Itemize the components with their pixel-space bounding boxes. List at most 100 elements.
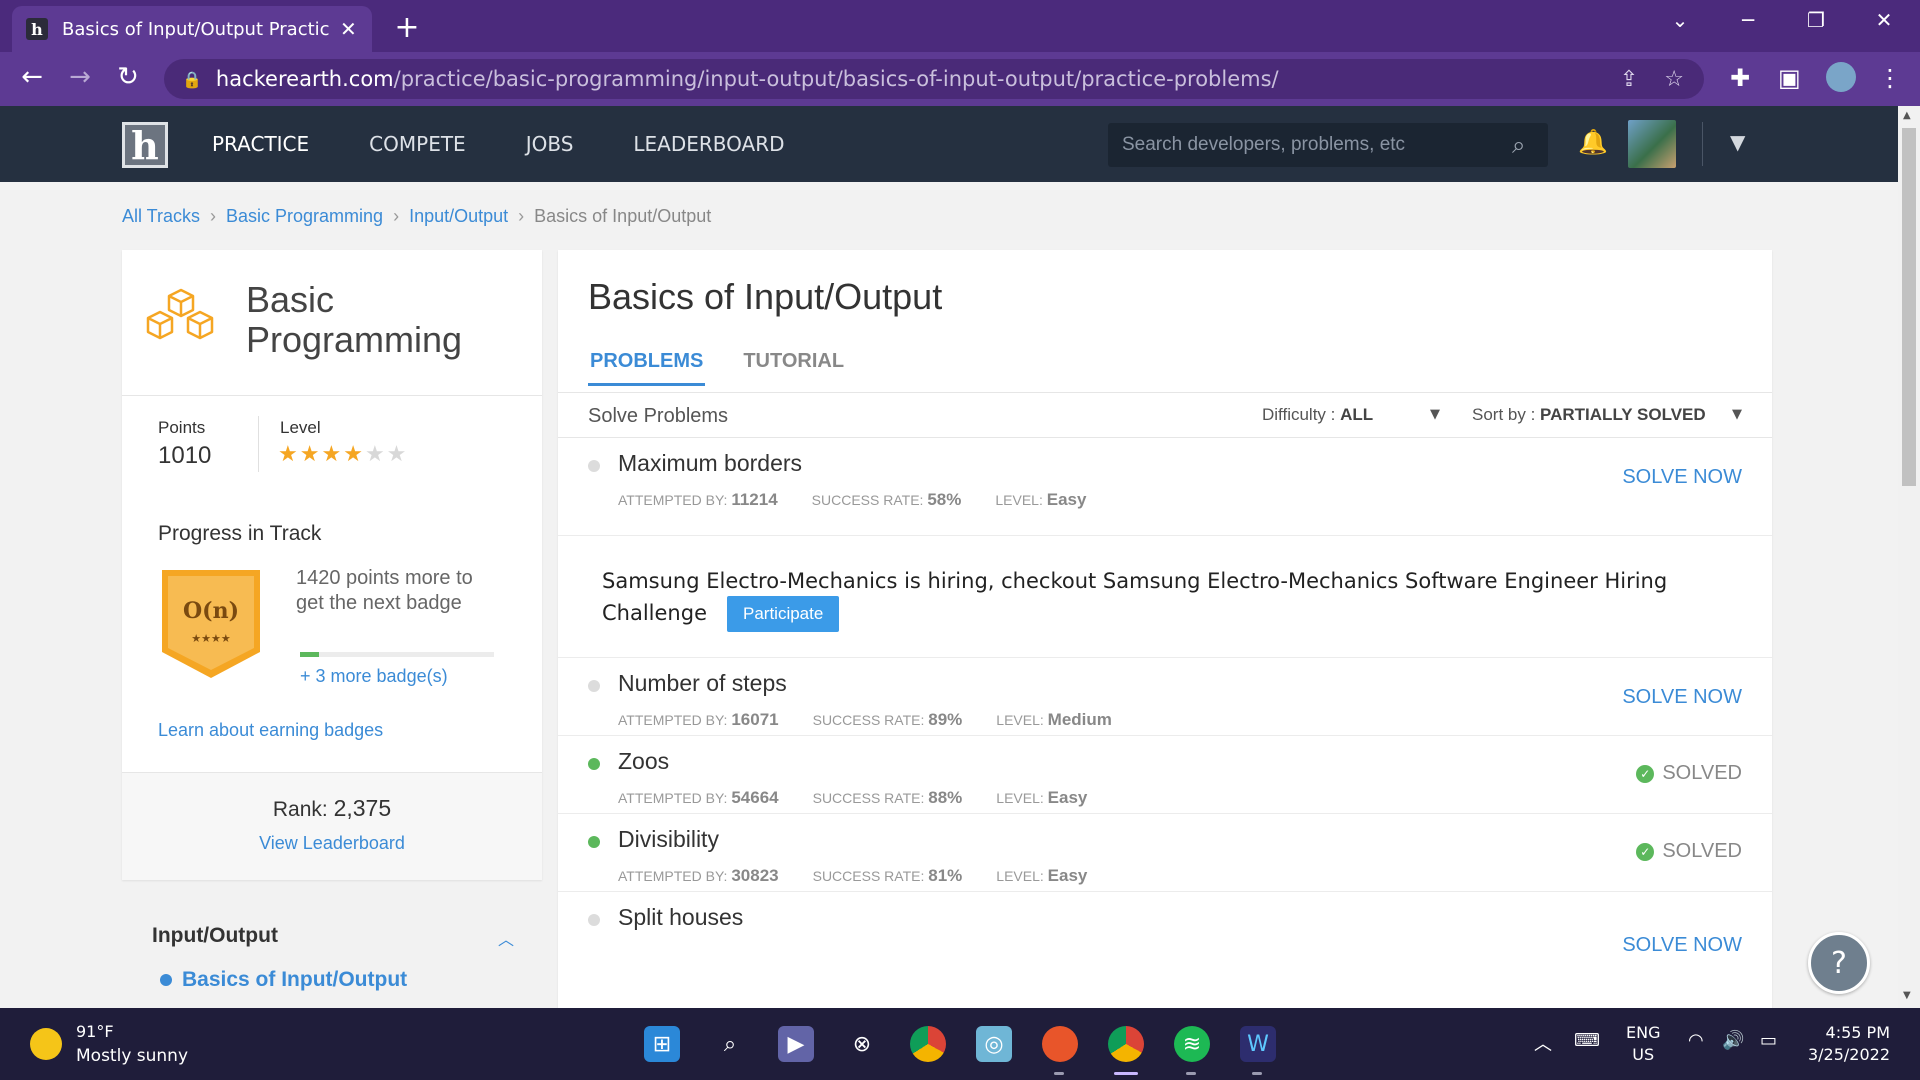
language-indicator[interactable]: ENG US [1626, 1022, 1660, 1066]
minimize-icon[interactable]: ─ [1728, 8, 1768, 32]
meta-success-value: 88% [928, 788, 963, 807]
language-code: ENG [1626, 1023, 1661, 1042]
weather-sun-icon[interactable] [30, 1028, 62, 1060]
more-badges-link[interactable]: + 3 more badge(s) [300, 666, 448, 687]
user-avatar[interactable] [1628, 120, 1676, 168]
webex-icon[interactable]: W [1240, 1026, 1276, 1062]
app-icon[interactable]: ◎ [976, 1026, 1012, 1062]
search-input[interactable] [1122, 134, 1512, 156]
problem-row[interactable]: Split houses SOLVE NOW [558, 892, 1772, 1010]
learn-badges-link[interactable]: Learn about earning badges [158, 720, 383, 741]
rank-label: Rank: [272, 798, 328, 821]
restore-icon[interactable]: ❐ [1796, 8, 1836, 32]
extensions-icon[interactable]: ✚ [1730, 64, 1750, 92]
xbox-icon[interactable]: ⊗ [844, 1026, 880, 1062]
meta-attempted: ATTEMPTED BY: 30823 [618, 866, 779, 886]
solve-now-button[interactable]: SOLVE NOW [1622, 934, 1742, 957]
scroll-down-icon[interactable]: ▼ [1903, 990, 1911, 1001]
battery-icon[interactable]: ▭ [1760, 1030, 1777, 1051]
meta-level-value: Easy [1046, 490, 1087, 509]
problem-row[interactable]: Zoos ATTEMPTED BY: 54664 SUCCESS RATE: 88%… [558, 736, 1772, 814]
track-card: Basic Programming Points 1010 Level ★★★★… [122, 250, 542, 880]
breadcrumb-basic-programming[interactable]: Basic Programming [226, 206, 383, 227]
weather-description[interactable]: Mostly sunny [76, 1046, 188, 1066]
tab-problems[interactable]: PROBLEMS [588, 350, 706, 386]
show-hidden-icons-icon[interactable]: ︿ [1534, 1030, 1552, 1056]
difficulty-caret-icon[interactable]: ▼ [1430, 407, 1440, 422]
complexity-badge-icon: O(n) ★★★★ [162, 570, 260, 678]
chrome-icon[interactable] [910, 1026, 946, 1062]
browser-menu-icon[interactable]: ⋮ [1878, 64, 1902, 92]
url-input[interactable]: 🔒 hackerearth.com/practice/basic-program… [164, 59, 1704, 99]
chevron-up-icon[interactable]: ︿ [498, 926, 514, 950]
windows-start-icon[interactable]: ⊞ [644, 1026, 680, 1062]
tab-tutorial[interactable]: TUTORIAL [741, 350, 846, 386]
breadcrumb-all-tracks[interactable]: All Tracks [122, 206, 200, 227]
back-icon[interactable]: ← [14, 62, 50, 92]
scroll-up-icon[interactable]: ▲ [1903, 110, 1911, 121]
problem-name[interactable]: Zoos [618, 748, 669, 775]
search-box: ⌕ [1108, 123, 1548, 167]
badge-stars: ★★★★ [191, 632, 231, 645]
hackerearth-logo[interactable]: h [122, 122, 168, 168]
weather-temperature[interactable]: 91°F [76, 1022, 114, 1041]
share-icon[interactable]: ⇪ [1620, 67, 1638, 92]
tab-search-icon[interactable]: ⌄ [1660, 8, 1700, 32]
nav-leaderboard[interactable]: LEADERBOARD [633, 132, 784, 156]
subtopic-title[interactable]: Input/Output [152, 924, 278, 948]
problem-name[interactable]: Split houses [618, 904, 743, 931]
difficulty-filter[interactable]: Difficulty : ALL [1262, 405, 1373, 425]
sort-caret-icon[interactable]: ▼ [1732, 407, 1742, 422]
chrome-profile-icon[interactable] [1108, 1026, 1144, 1062]
firefox-icon[interactable] [1042, 1026, 1078, 1062]
meta-level: LEVEL: Medium [996, 710, 1112, 730]
problem-row[interactable]: Divisibility ATTEMPTED BY: 30823 SUCCESS R… [558, 814, 1772, 892]
tab-close-icon[interactable]: ✕ [340, 17, 357, 41]
participate-button[interactable]: Participate [727, 596, 840, 632]
meta-level: LEVEL: Easy [995, 490, 1086, 510]
scroll-thumb[interactable] [1902, 128, 1916, 486]
nav-practice[interactable]: PRACTICE [212, 132, 309, 156]
meta-success: SUCCESS RATE: 81% [813, 866, 963, 886]
search-taskbar-icon[interactable]: ⌕ [712, 1026, 748, 1062]
notification-bell-icon[interactable]: 🔔 [1578, 128, 1608, 156]
reload-icon[interactable]: ↻ [110, 62, 146, 92]
page-scrollbar[interactable]: ▲ ▼ [1898, 106, 1920, 1008]
problem-meta: ATTEMPTED BY: 11214 SUCCESS RATE: 58% LEVE… [618, 490, 1086, 510]
view-leaderboard-link[interactable]: View Leaderboard [122, 833, 542, 854]
spotify-icon[interactable]: ≋ [1174, 1026, 1210, 1062]
problem-row[interactable]: Number of steps ATTEMPTED BY: 16071 SUCCES… [558, 658, 1772, 736]
search-icon[interactable]: ⌕ [1512, 131, 1525, 159]
breadcrumb: All Tracks › Basic Programming › Input/O… [122, 206, 711, 227]
region-code: US [1632, 1045, 1655, 1064]
problem-name[interactable]: Number of steps [618, 670, 787, 697]
breadcrumb-input-output[interactable]: Input/Output [409, 206, 508, 227]
sort-filter[interactable]: Sort by : PARTIALLY SOLVED [1472, 405, 1706, 425]
rank: Rank: 2,375 [122, 795, 542, 822]
problem-name[interactable]: Divisibility [618, 826, 719, 853]
problem-row[interactable]: Maximum borders ATTEMPTED BY: 11214 SUCCES… [558, 438, 1772, 536]
wifi-icon[interactable]: ◠ [1688, 1030, 1704, 1051]
volume-icon[interactable]: 🔊 [1722, 1030, 1744, 1051]
help-icon[interactable]: ? [1808, 932, 1870, 994]
meta-success: SUCCESS RATE: 58% [812, 490, 962, 510]
problem-name[interactable]: Maximum borders [618, 450, 802, 477]
profile-avatar-icon[interactable] [1826, 62, 1856, 92]
side-panel-icon[interactable]: ▣ [1778, 64, 1801, 92]
promo-text-block: Samsung Electro-Mechanics is hiring, che… [602, 566, 1682, 632]
account-menu-caret-icon[interactable]: ▼ [1730, 130, 1745, 154]
nav-compete[interactable]: COMPETE [369, 132, 466, 156]
teams-chat-icon[interactable]: ▶ [778, 1026, 814, 1062]
stat-divider [258, 416, 259, 472]
new-tab-icon[interactable]: + [390, 10, 424, 45]
close-window-icon[interactable]: ✕ [1864, 8, 1904, 32]
browser-tab[interactable]: h Basics of Input/Output Practice P ✕ [12, 6, 372, 52]
nav-jobs[interactable]: JOBS [526, 132, 574, 156]
solve-now-button[interactable]: SOLVE NOW [1622, 686, 1742, 709]
forward-icon[interactable]: → [62, 62, 98, 92]
bookmark-star-icon[interactable]: ☆ [1664, 67, 1684, 92]
solve-now-button[interactable]: SOLVE NOW [1622, 466, 1742, 489]
keyboard-icon[interactable]: ⌨ [1574, 1030, 1600, 1051]
subtopic-item-current[interactable]: Basics of Input/Output [160, 968, 407, 992]
clock[interactable]: 4:55 PM 3/25/2022 [1790, 1022, 1890, 1066]
